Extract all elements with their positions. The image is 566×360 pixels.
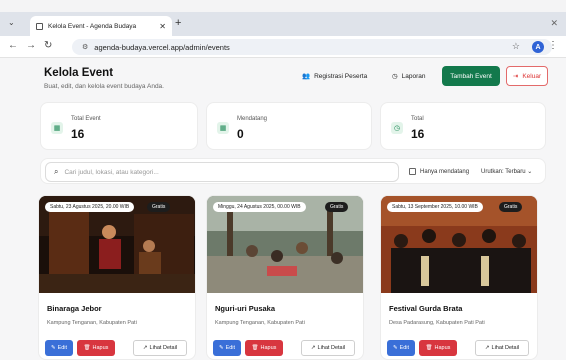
stat-label: Total [411, 116, 424, 122]
clock-icon: ◷ [391, 122, 403, 134]
favicon-icon [36, 22, 43, 30]
event-location: Desa Padarasung, Kabupaten Pati Pati [389, 320, 485, 326]
clock-icon: ◷ [392, 73, 398, 80]
lihat-detail-button[interactable]: ↗ Lihat Detail [133, 340, 187, 356]
edit-label: Edit [225, 345, 236, 351]
edit-button[interactable]: ✎ Edit [45, 340, 73, 356]
laporan-label: Laporan [401, 72, 426, 80]
price-badge: Gratis [325, 202, 349, 212]
price-badge: Gratis [147, 202, 171, 212]
stat-label: Mendatang [237, 116, 268, 122]
checkbox-label: Hanya mendatang [420, 168, 470, 175]
search-input[interactable]: ⌕ Cari judul, lokasi, atau kategori... [45, 162, 399, 182]
tab-title: Kelola Event - Agenda Budaya [48, 22, 137, 30]
edit-label: Edit [57, 345, 68, 351]
stat-card-total: ◷ Total 16 [380, 102, 546, 150]
price-badge: Gratis [499, 202, 523, 212]
site-info-icon[interactable]: ⚙ [82, 43, 88, 51]
stat-label: Total Event [71, 116, 101, 122]
chevron-down-icon: ⌄ [527, 169, 533, 175]
detail-label: Lihat Detail [491, 345, 520, 351]
hapus-button[interactable]: 🗑 Hapus [245, 340, 283, 356]
event-date-badge: Sabtu, 13 September 2025, 10.00 WIB [387, 202, 483, 212]
search-placeholder: Cari judul, lokasi, atau kategori... [64, 168, 159, 176]
edit-button[interactable]: ✎ Edit [387, 340, 415, 356]
search-icon: ⌕ [54, 167, 59, 176]
address-bar: ← → ↻ ⚙ agenda-budaya.vercel.app/admin/e… [0, 36, 566, 58]
sort-label: Urutkan: Terbaru [481, 169, 526, 175]
stat-value: 16 [71, 127, 85, 141]
laporan-button[interactable]: ◷ Laporan [392, 72, 426, 81]
keluar-label: Keluar [522, 72, 542, 80]
hapus-label: Hapus [260, 345, 277, 351]
keluar-button[interactable]: ⇥ Keluar [506, 66, 548, 86]
reload-icon[interactable]: ↻ [44, 40, 52, 51]
detail-label: Lihat Detail [317, 345, 346, 351]
event-title: Nguri-uri Pusaka [215, 304, 276, 313]
calendar-icon: ▦ [51, 122, 63, 134]
hapus-label: Hapus [92, 345, 109, 351]
hapus-label: Hapus [434, 345, 451, 351]
checkbox-box[interactable] [409, 168, 416, 175]
browser-tab-bar: ⌄ Kelola Event - Agenda Budaya ✕ + ✕ [0, 12, 566, 36]
stat-card-mendatang: ▦ Mendatang 0 [206, 102, 372, 150]
stat-card-total-event: ▦ Total Event 16 [40, 102, 198, 150]
page-title: Kelola Event [44, 67, 114, 79]
window-close-icon[interactable]: ✕ [550, 18, 558, 29]
filter-bar: ⌕ Cari judul, lokasi, atau kategori... H… [40, 158, 546, 184]
pencil-icon: ✎ [218, 345, 224, 351]
browser-tab[interactable]: Kelola Event - Agenda Budaya ✕ [30, 16, 172, 36]
calendar-icon: ▦ [217, 122, 229, 134]
external-link-icon: ↗ [142, 345, 148, 351]
url-field[interactable]: ⚙ agenda-budaya.vercel.app/admin/events [72, 39, 552, 55]
registrasi-peserta-button[interactable]: 👥 Registrasi Peserta [302, 72, 368, 81]
edit-button[interactable]: ✎ Edit [213, 340, 241, 356]
event-card: Sabtu, 13 September 2025, 10.00 WIB Grat… [380, 195, 538, 360]
trash-icon: 🗑 [251, 345, 259, 351]
event-date-badge: Minggu, 24 Agustus 2025, 00.00 WIB [213, 202, 306, 212]
event-location: Kampung Tenganan, Kabupaten Pati [215, 320, 305, 326]
lihat-detail-button[interactable]: ↗ Lihat Detail [475, 340, 529, 356]
back-icon[interactable]: ← [8, 40, 18, 51]
stat-value: 0 [237, 127, 244, 141]
browser-menu-icon[interactable]: ⋮ [548, 40, 558, 51]
page-subtitle: Buat, edit, dan kelola event budaya Anda… [44, 83, 164, 90]
stat-value: 16 [411, 127, 425, 141]
registrasi-label: Registrasi Peserta [314, 72, 368, 80]
profile-avatar[interactable]: A [532, 41, 544, 53]
trash-icon: 🗑 [425, 345, 433, 351]
upcoming-only-checkbox[interactable]: Hanya mendatang [409, 168, 469, 175]
external-link-icon: ↗ [310, 345, 316, 351]
tab-search-icon[interactable]: ⌄ [8, 18, 15, 27]
sort-select[interactable]: Urutkan: Terbaru ⌄ [481, 168, 532, 175]
event-date-badge: Sabtu, 23 Agustus 2025, 20.00 WIB [45, 202, 135, 212]
pencil-icon: ✎ [392, 345, 398, 351]
forward-icon[interactable]: → [26, 40, 36, 51]
pencil-icon: ✎ [50, 345, 56, 351]
url-text: agenda-budaya.vercel.app/admin/events [94, 42, 230, 52]
event-card: Sabtu, 23 Agustus 2025, 20.00 WIB Gratis… [38, 195, 196, 360]
hapus-button[interactable]: 🗑 Hapus [419, 340, 457, 356]
detail-label: Lihat Detail [149, 345, 178, 351]
edit-label: Edit [399, 345, 410, 351]
event-location: Kampung Tenganan, Kabupaten Pati [47, 320, 137, 326]
bookmark-star-icon[interactable]: ☆ [512, 41, 520, 52]
external-link-icon: ↗ [484, 345, 490, 351]
trash-icon: 🗑 [83, 345, 91, 351]
event-title: Festival Gurda Brata [389, 304, 463, 313]
lihat-detail-button[interactable]: ↗ Lihat Detail [301, 340, 355, 356]
tab-close-icon[interactable]: ✕ [159, 22, 166, 31]
new-tab-button[interactable]: + [175, 17, 181, 29]
event-title: Binaraga Jebor [47, 304, 102, 313]
logout-icon: ⇥ [512, 73, 519, 80]
app-content: Kelola Event Buat, edit, dan kelola even… [0, 58, 566, 360]
event-card: Minggu, 24 Agustus 2025, 00.00 WIB Grati… [206, 195, 364, 360]
tambah-event-button[interactable]: Tambah Event [442, 66, 500, 86]
users-icon: 👥 [302, 73, 311, 80]
hapus-button[interactable]: 🗑 Hapus [77, 340, 115, 356]
